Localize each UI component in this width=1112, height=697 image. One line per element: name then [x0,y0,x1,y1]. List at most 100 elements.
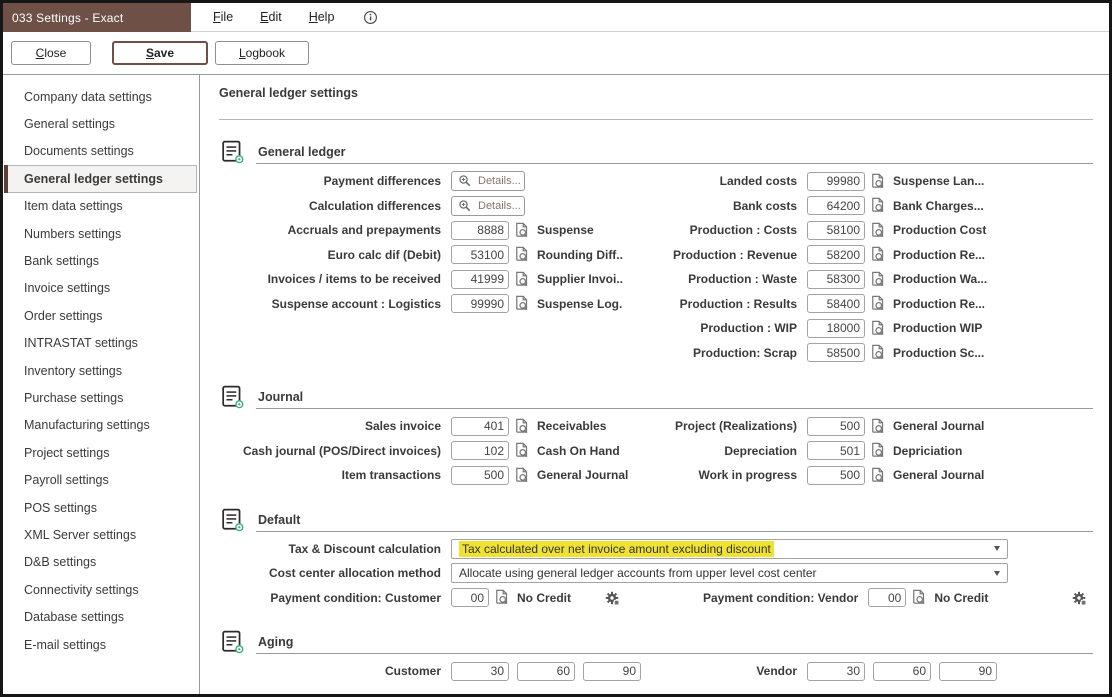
section-default: Default Tax & Discount calculation Tax c… [219,508,1093,611]
browse-icon[interactable] [869,320,886,337]
account-code-input[interactable] [451,270,509,289]
sidebar-item[interactable]: General ledger settings [5,165,197,192]
journal-code-input[interactable] [451,441,509,460]
browse-icon[interactable] [513,271,530,288]
sidebar-item[interactable]: Numbers settings [5,220,197,247]
sidebar-item-label: Bank settings [24,254,99,268]
browse-icon[interactable] [493,589,510,606]
sidebar-item-label: D&B settings [24,555,96,569]
details-button[interactable]: Details... [451,171,525,191]
journal-code-input[interactable] [807,417,865,436]
browse-icon[interactable] [513,442,530,459]
sidebar-item[interactable]: POS settings [5,494,197,521]
sidebar-item-label: Manufacturing settings [24,418,150,432]
aging-vendor-input-2[interactable] [873,662,931,681]
field-row: Bank costs [649,194,1093,219]
general-ledger-left-column: Payment differences [219,169,649,365]
account-code-input[interactable] [451,294,509,313]
menu-file[interactable]: File [213,10,233,24]
aging-vendor-column: Vendor [649,659,1093,684]
browse-icon[interactable] [513,295,530,312]
menu-edit[interactable]: Edit [260,10,282,24]
close-button[interactable]: Close [11,41,91,65]
sidebar-item[interactable]: Inventory settings [5,357,197,384]
browse-icon[interactable] [910,589,927,606]
account-code-input[interactable] [807,319,865,338]
toolbar: Close Save Logbook [3,32,1109,75]
sidebar-item[interactable]: Database settings [5,603,197,630]
payment-customer-code-input[interactable] [451,588,489,607]
journal-code-input[interactable] [451,417,509,436]
sidebar-item[interactable]: D&B settings [5,549,197,576]
account-code-input[interactable] [807,172,865,191]
tax-discount-dropdown[interactable]: Tax calculated over net invoice amount e… [451,539,1008,559]
account-code-input[interactable] [807,245,865,264]
browse-icon[interactable] [869,197,886,214]
sidebar-item[interactable]: Company data settings [5,83,197,110]
sidebar-item-label: Payroll settings [24,473,109,487]
journal-code-input[interactable] [807,441,865,460]
browse-icon[interactable] [513,222,530,239]
account-code-input[interactable] [451,245,509,264]
account-code-input[interactable] [807,196,865,215]
field-label: Project (Realizations) [649,419,797,433]
browse-icon[interactable] [869,344,886,361]
magnifier-plus-icon [458,174,472,188]
field-label: Production : Costs [649,223,797,237]
account-code-input[interactable] [807,343,865,362]
aging-vendor-input-3[interactable] [939,662,997,681]
save-button[interactable]: Save [112,41,208,65]
journal-code-input[interactable] [807,466,865,485]
browse-icon[interactable] [869,295,886,312]
browse-icon[interactable] [513,246,530,263]
info-icon[interactable] [363,10,378,25]
account-code-input[interactable] [807,270,865,289]
sidebar-item[interactable]: General settings [5,110,197,137]
sidebar-item[interactable]: Order settings [5,302,197,329]
sidebar-item-label: General ledger settings [24,172,163,186]
payment-vendor-code-input[interactable] [868,588,906,607]
window-title: 033 Settings - Exact [12,11,123,25]
menu-help[interactable]: Help [309,10,335,24]
journal-code-input[interactable] [451,466,509,485]
sidebar-item[interactable]: Invoice settings [5,275,197,302]
browse-icon[interactable] [869,173,886,190]
sidebar-item[interactable]: XML Server settings [5,521,197,548]
sidebar-item[interactable]: E-mail settings [5,631,197,658]
account-name: Production Wa... [893,272,987,286]
aging-vendor-input-1[interactable] [807,662,865,681]
field-label: Payment condition: Vendor [703,591,858,605]
logbook-button[interactable]: Logbook [215,41,309,65]
sidebar-item[interactable]: Project settings [5,439,197,466]
account-code-input[interactable] [807,294,865,313]
sidebar-item-label: Inventory settings [24,364,122,378]
sidebar-item[interactable]: Manufacturing settings [5,412,197,439]
gear-icon[interactable] [1071,590,1087,606]
cost-center-dropdown[interactable]: Allocate using general ledger accounts f… [451,563,1008,583]
sidebar-item-label: Purchase settings [24,391,123,405]
aging-customer-input-3[interactable] [583,662,641,681]
aging-customer-input-2[interactable] [517,662,575,681]
account-code-input[interactable] [807,221,865,240]
account-name: Suspense Lan... [893,174,984,188]
browse-icon[interactable] [869,467,886,484]
aging-customer-input-1[interactable] [451,662,509,681]
browse-icon[interactable] [513,467,530,484]
browse-icon[interactable] [513,418,530,435]
sidebar-item[interactable]: Payroll settings [5,466,197,493]
gear-icon[interactable] [604,590,620,606]
account-name: Production Cost [893,223,986,237]
browse-icon[interactable] [869,222,886,239]
browse-icon[interactable] [869,246,886,263]
sidebar-item[interactable]: Connectivity settings [5,576,197,603]
sidebar-item[interactable]: Documents settings [5,138,197,165]
browse-icon[interactable] [869,271,886,288]
sidebar-item[interactable]: Bank settings [5,247,197,274]
sidebar-item[interactable]: INTRASTAT settings [5,330,197,357]
account-code-input[interactable] [451,221,509,240]
sidebar-item[interactable]: Item data settings [5,193,197,220]
sidebar-item[interactable]: Purchase settings [5,384,197,411]
browse-icon[interactable] [869,418,886,435]
details-button[interactable]: Details... [451,196,525,216]
browse-icon[interactable] [869,442,886,459]
